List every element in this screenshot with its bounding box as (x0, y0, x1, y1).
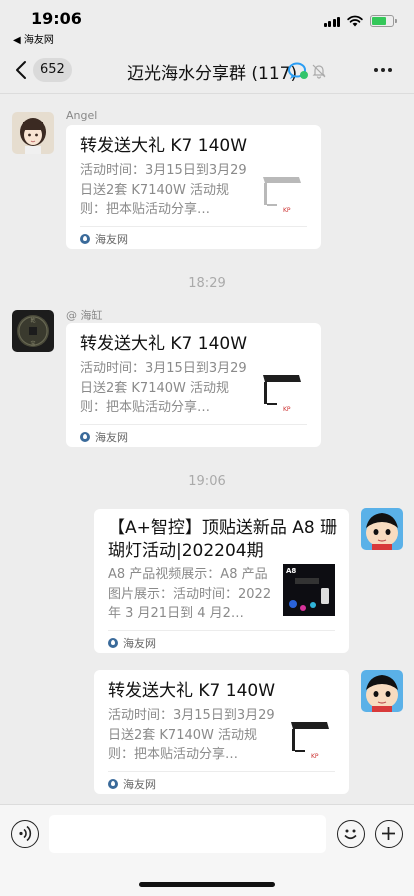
card-description: 活动时间：3月15日到3月29日送2套 K7140W 活动规则：把本贴活动分享… (108, 708, 275, 762)
card-divider (80, 226, 307, 227)
card-source: 海友网 (80, 231, 128, 247)
emoji-button[interactable] (337, 820, 365, 848)
more-actions-button[interactable] (375, 820, 403, 848)
card-thumbnail: KP (283, 712, 335, 764)
card-thumbnail: KP (255, 167, 307, 219)
chat-header: 652 迈光海水分享群 (117) (0, 46, 414, 94)
card-title: 【A+智控】顶贴送新品 A8 珊 (108, 518, 338, 538)
link-card[interactable]: 【A+智控】顶贴送新品 A8 珊 瑚灯活动|202204期 A8 产品视频展示：… (94, 509, 349, 653)
home-indicator (139, 882, 275, 887)
card-source-label: 海友网 (95, 431, 128, 444)
link-card[interactable]: 转发送大礼 K7 140W 活动时间：3月15日到3月29日送2套 K7140W… (66, 323, 321, 447)
card-description: 活动时间：3月15日到3月29日送2套 K7140W 活动规则：把本贴活动分享… (80, 361, 247, 415)
timestamp: 18:29 (188, 276, 226, 291)
card-source-label: 海友网 (123, 778, 156, 791)
svg-text:KP: KP (283, 406, 291, 413)
card-source: 海友网 (108, 776, 156, 792)
svg-text:A8: A8 (286, 567, 296, 575)
card-title: 转发送大礼 K7 140W (80, 136, 248, 156)
unread-count-badge[interactable]: 652 (33, 58, 72, 82)
back-to-app-link[interactable]: ◀ 海友网 (13, 31, 54, 46)
mute-bell-icon (312, 64, 326, 79)
card-thumbnail: A8 (283, 564, 335, 616)
plus-icon (382, 827, 395, 840)
chat-bubble-icon (288, 62, 308, 79)
card-title: 转发送大礼 K7 140W (108, 681, 276, 701)
card-description: 活动时间：3月15日到3月29日送2套 K7140W 活动规则：把本贴活动分享… (80, 163, 247, 217)
card-divider (108, 771, 335, 772)
timestamp: 19:06 (188, 474, 226, 489)
status-icons (323, 15, 397, 27)
back-chevron-icon[interactable] (14, 60, 28, 80)
sender-name: Angel (66, 109, 98, 122)
voice-button[interactable] (11, 820, 39, 848)
svg-text:乾: 乾 (30, 317, 35, 324)
status-bar: 19:06 ◀ 海友网 (0, 0, 414, 46)
card-divider (80, 424, 307, 425)
svg-text:宝: 宝 (30, 340, 35, 347)
card-title: 转发送大礼 K7 140W (80, 334, 248, 354)
source-logo-icon (108, 638, 118, 648)
card-source: 海友网 (80, 429, 128, 445)
battery-icon (370, 15, 397, 27)
avatar[interactable] (12, 112, 54, 154)
avatar[interactable] (361, 670, 403, 712)
card-thumbnail: KP (255, 365, 307, 417)
svg-text:KP: KP (311, 753, 319, 760)
source-logo-icon (80, 432, 90, 442)
cellular-signal-icon (323, 16, 340, 27)
status-time: 19:06 (31, 9, 82, 28)
card-divider (108, 630, 335, 631)
voice-icon (19, 825, 32, 842)
card-source: 海友网 (108, 635, 156, 651)
source-logo-icon (108, 779, 118, 789)
card-source-label: 海友网 (95, 233, 128, 246)
message-input[interactable] (49, 815, 326, 853)
chat-title[interactable]: 迈光海水分享群 (117) (127, 59, 297, 84)
card-description: A8 产品视频展示：A8 产品图片展示：活动时间：2022 年 3 月21日到 … (108, 567, 272, 621)
title-icons (287, 61, 327, 81)
svg-text:KP: KP (283, 207, 291, 214)
sender-name: @ 海缸 (66, 309, 103, 322)
more-icon (374, 68, 378, 72)
avatar[interactable]: 乾 宝 (12, 310, 54, 352)
link-card[interactable]: 转发送大礼 K7 140W 活动时间：3月15日到3月29日送2套 K7140W… (94, 670, 349, 794)
source-logo-icon (80, 234, 90, 244)
card-source-label: 海友网 (123, 637, 156, 650)
avatar[interactable] (361, 508, 403, 550)
link-card[interactable]: 转发送大礼 K7 140W 活动时间：3月15日到3月29日送2套 K7140W… (66, 125, 321, 249)
card-title-line2: 瑚灯活动|202204期 (108, 541, 264, 561)
emoji-icon (344, 829, 357, 840)
wifi-icon (347, 15, 363, 27)
more-options-button[interactable] (374, 60, 396, 80)
